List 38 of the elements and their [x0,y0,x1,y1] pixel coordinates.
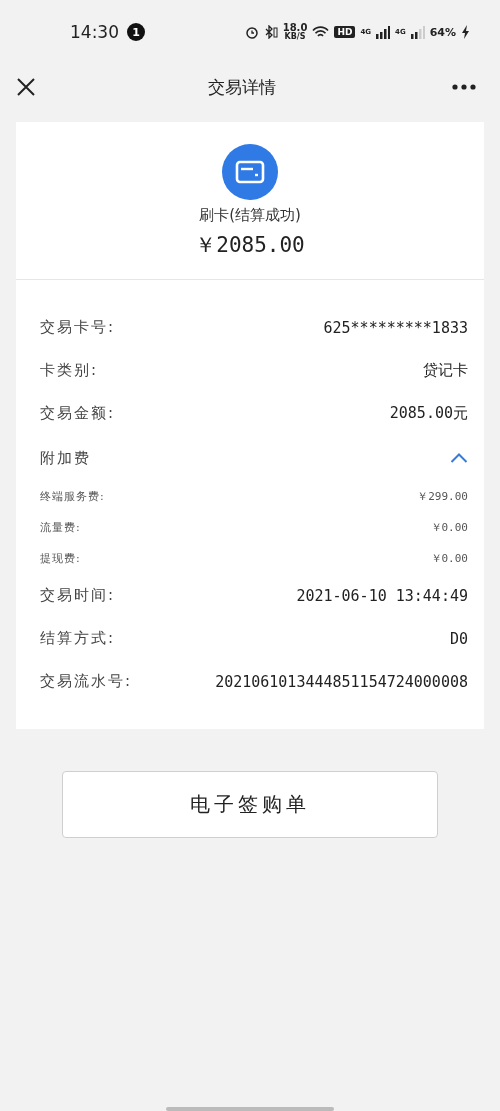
charging-icon [461,25,470,39]
fee-value: ￥0.00 [430,520,468,535]
signal-icon [376,25,391,39]
more-icon[interactable] [452,84,476,90]
battery-level: 64% [429,25,456,39]
fees-toggle[interactable]: 附加费 [40,435,468,481]
fee-label: 终端服务费: [40,489,105,504]
field-label: 结算方式: [40,629,116,648]
fee-value: ￥299.00 [417,489,468,504]
field-label: 交易金额: [40,404,116,423]
fee-label: 流量费: [40,520,81,535]
field-value: 2085.00元 [389,404,468,423]
field-label: 交易卡号: [40,318,116,337]
notification-badge: 1 [127,23,145,41]
page-title: 交易详情 [207,75,277,99]
signal-icon [410,25,425,39]
fee-value: ￥0.00 [430,551,468,566]
hd-badge: HD [334,26,356,38]
field-value: 2021-06-10 13:44:49 [296,586,468,605]
alarm-icon [244,25,259,39]
e-receipt-button[interactable]: 电子签购单 [62,771,438,838]
field-label: 交易流水号: [40,672,133,691]
field-value: 贷记卡 [423,361,468,380]
close-icon[interactable] [16,77,36,97]
transaction-amount: ￥2085.00 [195,232,305,259]
field-value: 625*********1833 [323,318,468,337]
chevron-icon [450,453,468,463]
field-value: 2021061013444851154724000008 [215,672,468,691]
bluetooth-icon [263,25,278,39]
field-label: 卡类别: [40,361,99,380]
fee-label: 提现费: [40,551,81,566]
status-time: 14:30 [70,22,119,42]
field-label: 交易时间: [40,586,116,605]
wifi-icon [312,25,330,39]
card-icon [222,144,278,200]
network-speed: 18.0 KB/S [282,23,308,41]
transaction-type: 刷卡(结算成功) [199,206,301,225]
field-value: D0 [449,629,468,648]
